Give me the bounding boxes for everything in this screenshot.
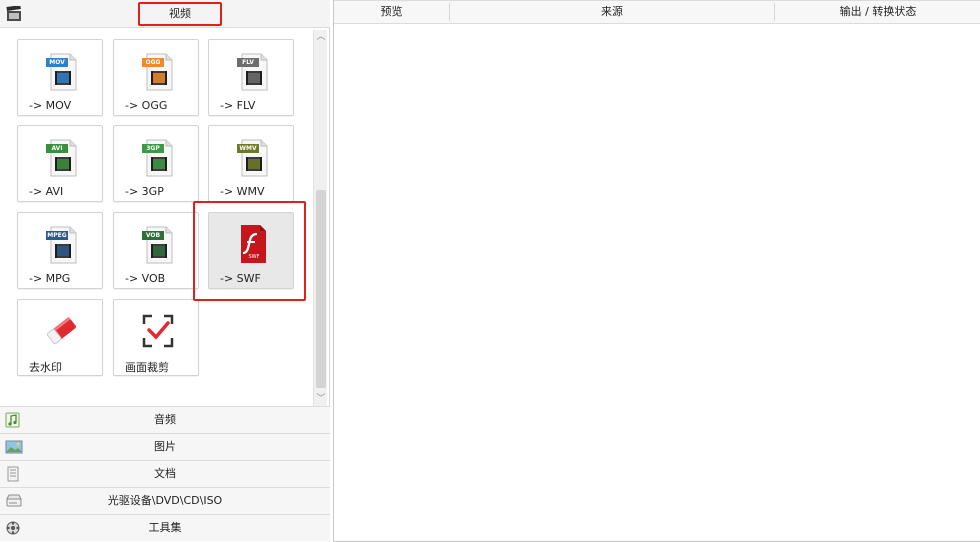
- format-badge: SWF: [248, 254, 260, 260]
- column-source[interactable]: 来源: [450, 1, 774, 23]
- category-disc-drive[interactable]: 光驱设备\DVD\CD\ISO: [0, 487, 330, 514]
- format-grid: MOV -> MOV OGG -> OGG FLV -> FLV AVI -> AVI 3GP -…: [0, 28, 314, 406]
- format-tile-label: -> MPG: [29, 272, 71, 285]
- wmv-file-icon: WMV: [233, 136, 273, 178]
- category-document[interactable]: 文档: [0, 460, 330, 487]
- category-picture-label: 图片: [154, 440, 176, 453]
- format-badge: 3GP: [146, 145, 160, 152]
- scroll-down-icon[interactable]: ﹀: [314, 392, 328, 406]
- file-list-panel: 预览 来源 输出 / 转换状态: [333, 0, 980, 542]
- avi-file-icon: AVI: [42, 136, 82, 178]
- 3gp-file-icon: 3GP: [138, 136, 178, 178]
- category-audio[interactable]: 音频: [0, 406, 330, 433]
- format-tile-label: -> 3GP: [125, 185, 164, 198]
- scroll-thumb[interactable]: [316, 190, 326, 388]
- vob-file-icon: VOB: [138, 223, 178, 265]
- category-picture[interactable]: 图片: [0, 433, 330, 460]
- format-tile-label: -> WMV: [220, 185, 265, 198]
- category-audio-label: 音频: [154, 413, 176, 426]
- format-badge: FLV: [242, 59, 254, 66]
- category-document-label: 文档: [154, 467, 176, 480]
- video-category-header[interactable]: 视频: [0, 0, 330, 28]
- format-tile-mov-file[interactable]: MOV -> MOV: [17, 39, 103, 116]
- format-badge: MOV: [49, 59, 65, 66]
- format-tile-vob-file[interactable]: VOB -> VOB: [113, 212, 199, 289]
- format-tile-mpg-file[interactable]: MPEG -> MPG: [17, 212, 103, 289]
- category-disc-drive-label: 光驱设备\DVD\CD\ISO: [107, 494, 223, 507]
- format-tile-label: -> SWF: [220, 272, 261, 285]
- mov-file-icon: MOV: [42, 50, 82, 92]
- category-tools-label: 工具集: [148, 521, 182, 534]
- flv-file-icon: FLV: [233, 50, 273, 92]
- format-tile-swf-file[interactable]: SWF -> SWF: [208, 212, 294, 289]
- format-tile-crop[interactable]: 画面裁剪: [113, 299, 199, 376]
- category-tools[interactable]: 工具集: [0, 514, 330, 541]
- format-tile-label: -> OGG: [125, 99, 168, 112]
- format-tile-label: -> FLV: [220, 99, 256, 112]
- swf-file-icon: SWF: [233, 223, 273, 265]
- ogg-file-icon: OGG: [138, 50, 178, 92]
- format-tile-label: -> MOV: [29, 99, 72, 112]
- format-badge: VOB: [145, 232, 161, 239]
- left-panel: 视频 MOV -> MOV OGG -> OGG FLV -> FLV AVI -> AVI 3…: [0, 0, 330, 542]
- format-tile-label: -> AVI: [29, 185, 64, 198]
- column-preview[interactable]: 预览: [334, 1, 449, 23]
- mpg-file-icon: MPEG: [42, 223, 82, 265]
- eraser-icon: [42, 310, 82, 352]
- film-clapper-icon: [6, 5, 22, 25]
- format-badge: AVI: [51, 145, 63, 152]
- format-badge: OGG: [145, 59, 161, 66]
- vertical-scrollbar[interactable]: ︿ ﹀: [313, 30, 327, 406]
- format-tile-ogg-file[interactable]: OGG -> OGG: [113, 39, 199, 116]
- format-tile-avi-file[interactable]: AVI -> AVI: [17, 125, 103, 202]
- crop-icon: [138, 310, 178, 352]
- file-list-header: 预览 来源 输出 / 转换状态: [334, 0, 980, 24]
- format-tile-3gp-file[interactable]: 3GP -> 3GP: [113, 125, 199, 202]
- format-tile-label: 去水印: [29, 361, 62, 374]
- format-badge: MPEG: [47, 232, 67, 239]
- format-tile-flv-file[interactable]: FLV -> FLV: [208, 39, 294, 116]
- format-tile-label: -> VOB: [125, 272, 166, 285]
- format-tile-label: 画面裁剪: [125, 361, 169, 374]
- column-output-status[interactable]: 输出 / 转换状态: [775, 1, 980, 23]
- format-tile-wmv-file[interactable]: WMV -> WMV: [208, 125, 294, 202]
- scroll-up-icon[interactable]: ︿: [314, 30, 328, 44]
- format-badge: WMV: [239, 145, 257, 152]
- video-category-label[interactable]: 视频: [138, 2, 222, 26]
- format-tile-eraser[interactable]: 去水印: [17, 299, 103, 376]
